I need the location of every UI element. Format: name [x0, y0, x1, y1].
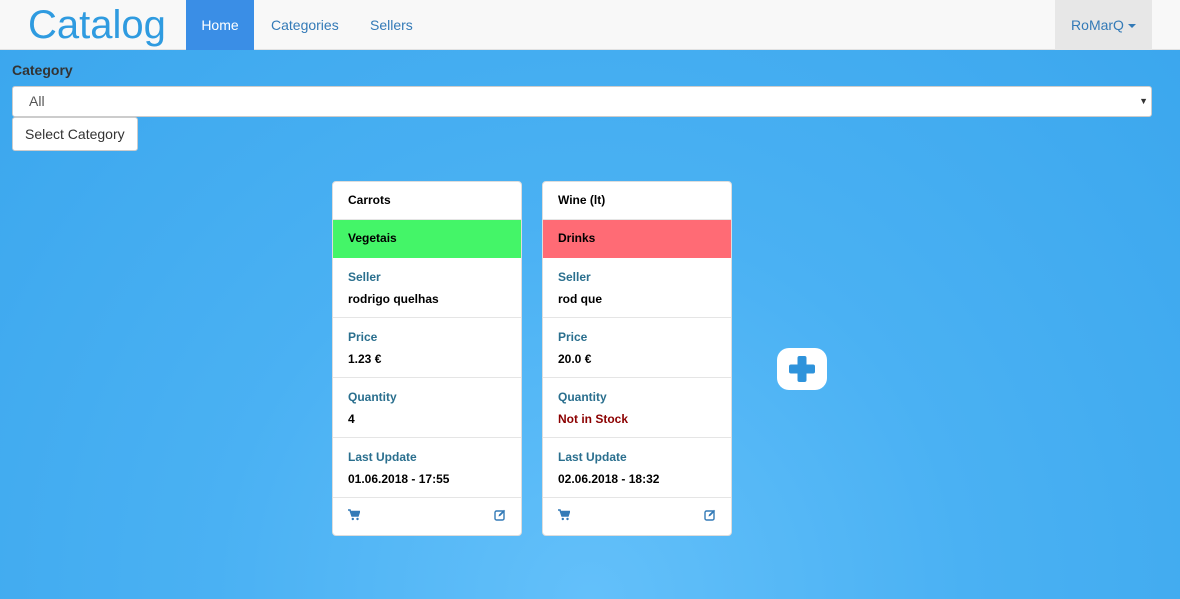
brand-logo[interactable]: Catalog: [28, 0, 166, 50]
price-field: Price 1.23 €: [333, 318, 521, 378]
price-label: Price: [558, 330, 588, 344]
product-card: Wine (lt) Drinks Seller rod que Price 20…: [542, 181, 732, 536]
last-update-field: Last Update 02.06.2018 - 18:32: [543, 438, 731, 498]
dropdown-arrow-icon: ▼: [1139, 96, 1148, 106]
quantity-field: Quantity Not in Stock: [543, 378, 731, 438]
nav-categories[interactable]: Categories: [256, 0, 354, 50]
seller-value: rod que: [558, 292, 602, 306]
seller-value: rodrigo quelhas: [348, 292, 439, 306]
price-value: 20.0 €: [558, 352, 592, 366]
price-label: Price: [348, 330, 378, 344]
quantity-value: Not in Stock: [558, 412, 629, 426]
price-field: Price 20.0 €: [543, 318, 731, 378]
quantity-label: Quantity: [348, 390, 397, 404]
category-select[interactable]: All ▼: [12, 86, 1152, 117]
last-update-value: 01.06.2018 - 17:55: [348, 472, 450, 486]
quantity-field: Quantity 4: [333, 378, 521, 438]
product-name: Wine (lt): [543, 182, 731, 220]
card-actions: [543, 498, 731, 535]
seller-field: Seller rod que: [543, 258, 731, 318]
cart-icon[interactable]: [348, 509, 360, 521]
user-name: RoMarQ: [1071, 17, 1124, 33]
edit-icon[interactable]: [494, 509, 506, 521]
quantity-label: Quantity: [558, 390, 607, 404]
category-select-value: All: [29, 93, 45, 109]
product-category-badge: Vegetais: [333, 220, 521, 258]
category-label: Category: [12, 62, 73, 78]
last-update-field: Last Update 01.06.2018 - 17:55: [333, 438, 521, 498]
seller-label: Seller: [348, 270, 381, 284]
cart-icon[interactable]: [558, 509, 570, 521]
edit-icon[interactable]: [704, 509, 716, 521]
last-update-label: Last Update: [348, 450, 417, 464]
last-update-value: 02.06.2018 - 18:32: [558, 472, 660, 486]
seller-field: Seller rodrigo quelhas: [333, 258, 521, 318]
caret-down-icon: [1127, 24, 1136, 29]
quantity-value: 4: [348, 412, 355, 426]
navbar: Catalog Home Categories Sellers RoMarQ: [0, 0, 1180, 50]
add-product-button[interactable]: [777, 348, 827, 390]
last-update-label: Last Update: [558, 450, 627, 464]
select-category-button[interactable]: Select Category: [12, 117, 138, 151]
nav-home[interactable]: Home: [186, 0, 254, 50]
card-actions: [333, 498, 521, 535]
product-card: Carrots Vegetais Seller rodrigo quelhas …: [332, 181, 522, 536]
product-category-badge: Drinks: [543, 220, 731, 258]
user-menu[interactable]: RoMarQ: [1055, 0, 1152, 50]
product-name: Carrots: [333, 182, 521, 220]
price-value: 1.23 €: [348, 352, 382, 366]
seller-label: Seller: [558, 270, 591, 284]
plus-icon: [789, 356, 815, 382]
nav-sellers[interactable]: Sellers: [355, 0, 428, 50]
